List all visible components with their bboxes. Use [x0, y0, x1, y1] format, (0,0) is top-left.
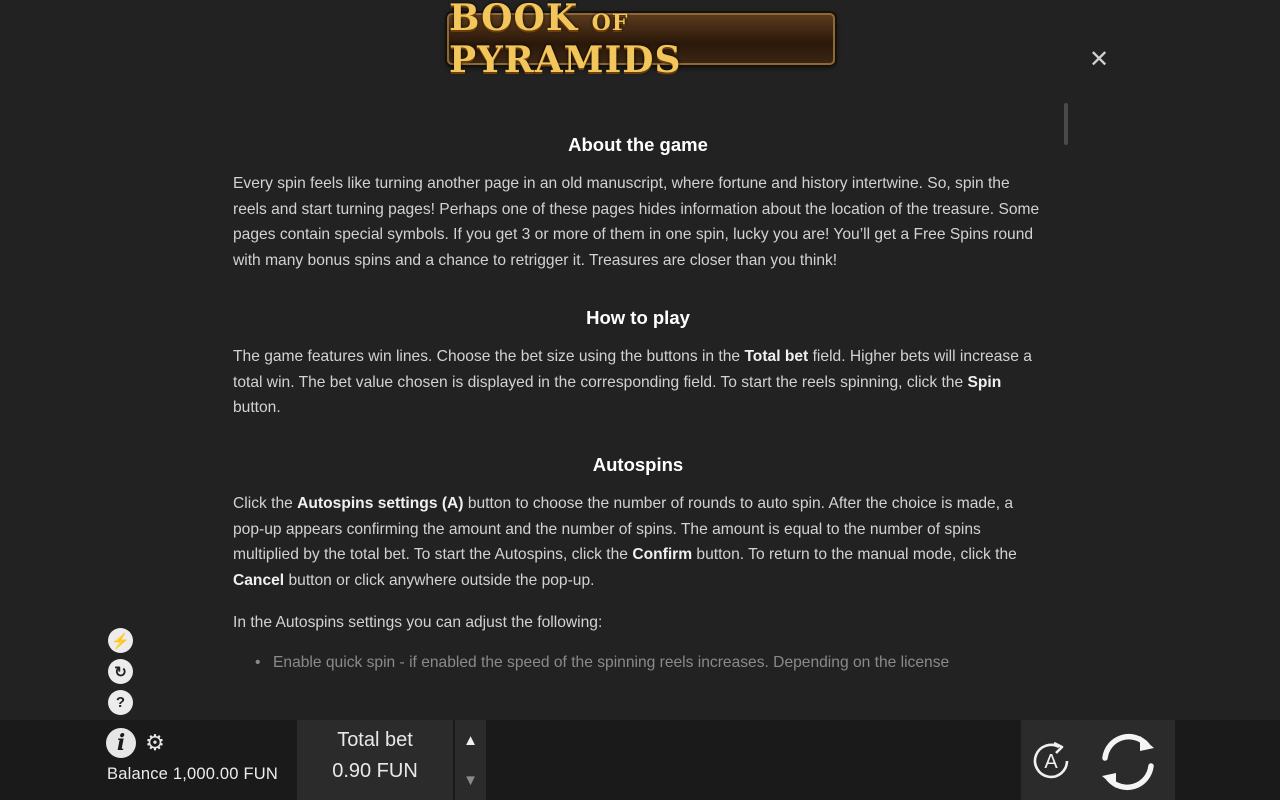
game-logo: BOOK OF PYRAMIDS: [447, 0, 835, 81]
autoplay-stats-icon[interactable]: ↻: [108, 659, 133, 684]
autospins-text: Click the Autospins settings (A) button …: [233, 494, 1017, 590]
section-title-howto: How to play: [586, 306, 690, 328]
autospins-settings-intro: In the Autospins settings you can adjust…: [233, 613, 603, 631]
info-icon[interactable]: i: [106, 728, 136, 758]
logo-text: BOOK OF PYRAMIDS: [449, 0, 682, 81]
balance-display: Balance 1,000.00 FUN: [107, 765, 278, 784]
bet-stepper: ▲ ▼: [455, 720, 486, 800]
about-text: Every spin feels like turning another pa…: [233, 175, 1040, 270]
total-bet-label: Total bet: [337, 729, 413, 751]
autospins-letter: A: [1044, 751, 1058, 773]
bet-increase-icon[interactable]: ▲: [455, 720, 486, 760]
balance-value: 1,000.00 FUN: [172, 765, 278, 783]
bet-decrease-icon[interactable]: ▼: [455, 760, 486, 800]
section-title-about: About the game: [568, 134, 708, 155]
total-bet-panel: Total bet 0.90 FUN: [297, 720, 453, 800]
gear-icon[interactable]: ⚙: [143, 731, 167, 755]
section-title-autospins: Autospins: [592, 453, 684, 475]
list-item: Enable quick spin - if enabled the speed…: [233, 650, 1043, 676]
spin-button[interactable]: [1093, 727, 1163, 797]
turbo-icon[interactable]: ⚡: [108, 628, 133, 653]
howto-text: The game features win lines. Choose the …: [233, 347, 1032, 417]
close-icon[interactable]: ✕: [1086, 47, 1112, 73]
autospins-button[interactable]: A: [1027, 737, 1075, 785]
rules-content[interactable]: About the game Every spin feels like tur…: [233, 128, 1043, 696]
balance-label: Balance: [107, 765, 169, 783]
help-icon[interactable]: ?: [108, 690, 133, 715]
scrollbar-thumb[interactable]: [1064, 103, 1068, 145]
total-bet-value: 0.90 FUN: [332, 760, 418, 782]
